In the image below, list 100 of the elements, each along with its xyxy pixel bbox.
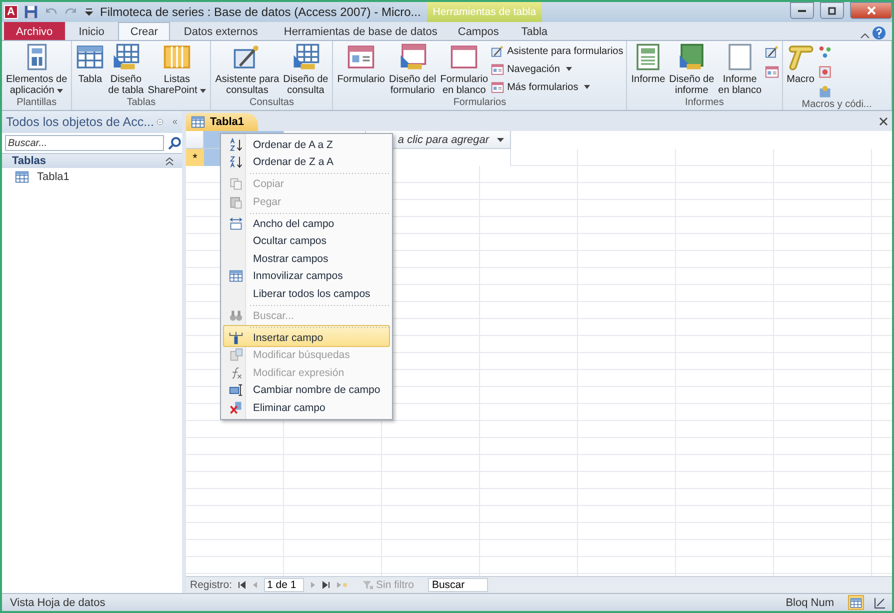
- molecule-icon: [818, 45, 832, 59]
- ribbon-button[interactable]: Asistente para consultas: [214, 43, 280, 97]
- collapse-pane-icon[interactable]: [172, 117, 178, 127]
- record-label: Registro:: [190, 579, 232, 591]
- table-icon: [229, 269, 243, 284]
- ribbon-button[interactable]: Macro: [786, 43, 816, 99]
- sort-ascending-icon: [229, 138, 243, 152]
- ribbon-button[interactable]: Tabla: [75, 43, 106, 97]
- ribbon-button[interactable]: Diseño del formulario: [388, 43, 438, 97]
- nav-group-header[interactable]: Tablas: [2, 153, 182, 168]
- ribbon-button[interactable]: Diseño de tabla: [107, 43, 145, 97]
- table-icon: [15, 170, 29, 184]
- close-icon[interactable]: [879, 116, 888, 126]
- form-icon: [347, 43, 376, 71]
- minimize-icon: [798, 10, 806, 12]
- form-icon: [491, 80, 504, 94]
- blank-form-icon: [450, 43, 478, 71]
- help-icon[interactable]: [872, 26, 886, 40]
- design-view-icon: [874, 596, 886, 608]
- binoculars-icon: [229, 308, 243, 322]
- group-label: Formularios: [452, 97, 508, 110]
- ribbon-tab[interactable]: Archivo: [4, 22, 65, 40]
- context-tab-group: Herramientas de tabla: [426, 2, 542, 22]
- group-title: Tablas: [12, 155, 46, 167]
- ribbon-button[interactable]: Asistente para formularios: [491, 43, 624, 59]
- ribbon-button[interactable]: Informe: [630, 43, 666, 97]
- module-icon: [818, 65, 832, 79]
- ribbon-tab[interactable]: Datos externos: [172, 22, 270, 40]
- list-icon: [162, 43, 191, 71]
- blank-report-icon: [726, 43, 754, 71]
- menu-item[interactable]: Insertar campo: [223, 324, 390, 346]
- save-icon[interactable]: [24, 5, 38, 19]
- close-button[interactable]: [850, 2, 892, 19]
- menu-item[interactable]: Eliminar campo: [223, 399, 390, 416]
- ribbon-tab[interactable]: Crear: [118, 22, 170, 40]
- maximize-button[interactable]: [820, 2, 844, 19]
- group-label: Informes: [684, 97, 725, 110]
- status-text: Vista Hoja de datos: [10, 596, 106, 608]
- ribbon-tab[interactable]: Campos: [451, 22, 506, 40]
- customize-dropdown-icon[interactable]: [84, 7, 94, 17]
- first-record-icon[interactable]: [238, 581, 246, 589]
- menu-item[interactable]: Ocultar campos: [223, 232, 390, 250]
- ribbon-button[interactable]: Diseño de consulta: [282, 43, 330, 97]
- select-all-cell[interactable]: [186, 131, 204, 149]
- close-icon: [866, 6, 876, 15]
- nav-pane-title: Todos los objetos de Acc...: [6, 115, 154, 129]
- search-icon[interactable]: [168, 136, 182, 150]
- menu-item[interactable]: Ordenar de Z a A: [223, 154, 390, 171]
- ribbon-button[interactable]: Navegación: [491, 61, 624, 77]
- table-design-icon: [112, 43, 140, 71]
- group-label: Macros y códi...: [800, 99, 873, 110]
- ribbon-tab[interactable]: Tabla: [507, 22, 562, 40]
- collapse-ribbon-icon[interactable]: [860, 32, 870, 40]
- app-logo[interactable]: A: [4, 5, 18, 19]
- sort-descending-icon: [229, 155, 243, 170]
- num-lock-indicator: Bloq Num: [786, 596, 834, 608]
- nav-item[interactable]: Tabla1: [2, 168, 182, 186]
- menu-item[interactable]: Inmovilizar campos: [223, 268, 390, 285]
- new-record-marker: *: [186, 149, 204, 166]
- record-position-field[interactable]: 1 de 1: [264, 578, 304, 592]
- table-design-icon: [292, 43, 320, 71]
- form-icon: [491, 62, 504, 76]
- design-view-button[interactable]: [872, 595, 888, 610]
- group-label: Tablas: [126, 97, 157, 110]
- form-icon: [764, 65, 779, 79]
- table-icon: [191, 115, 205, 129]
- ribbon-button[interactable]: Más formularios: [491, 79, 624, 95]
- ribbon-button[interactable]: Formulario: [336, 43, 386, 97]
- caret-icon[interactable]: [497, 138, 504, 142]
- rename-icon: [229, 383, 243, 398]
- ribbon-button[interactable]: Diseño de informe: [668, 43, 716, 97]
- group-label: Consultas: [248, 97, 295, 110]
- datasheet-view-button[interactable]: [848, 595, 864, 610]
- filter-icon: [362, 580, 374, 590]
- form-design-icon: [398, 43, 427, 71]
- search-field[interactable]: Buscar: [428, 578, 488, 592]
- document-tab[interactable]: Tabla1: [186, 113, 258, 131]
- ribbon-button[interactable]: Listas SharePoint: [146, 43, 208, 97]
- ribbon-button[interactable]: Formulario en blanco: [439, 43, 490, 97]
- wizard-icon: [491, 44, 504, 58]
- chevron-icon[interactable]: [165, 156, 174, 166]
- dropdown-icon[interactable]: [157, 116, 163, 128]
- menu-item[interactable]: Liberar todos los campos: [223, 285, 390, 302]
- ribbon-button[interactable]: Elementos de aplicación: [5, 43, 68, 97]
- menu-item[interactable]: Cambiar nombre de campo: [223, 382, 390, 399]
- report-design-icon: [678, 43, 706, 71]
- clipboard-icon: [229, 194, 243, 209]
- ribbon-button[interactable]: Informe en blanco: [717, 43, 763, 97]
- search-field[interactable]: Buscar...: [5, 135, 164, 151]
- menu-item[interactable]: Mostrar campos: [223, 250, 390, 268]
- ribbon-tab[interactable]: Herramientas de base de datos: [272, 22, 450, 40]
- last-record-icon[interactable]: [322, 581, 330, 589]
- minimize-button[interactable]: [790, 2, 814, 19]
- scroll-icon: [786, 43, 815, 71]
- ribbon-tab[interactable]: Inicio: [66, 22, 116, 40]
- wizard-icon: [233, 43, 262, 71]
- table-icon: [850, 596, 862, 608]
- wizard-icon: [764, 45, 779, 59]
- report-icon: [634, 43, 662, 71]
- caret-icon: [200, 88, 206, 92]
